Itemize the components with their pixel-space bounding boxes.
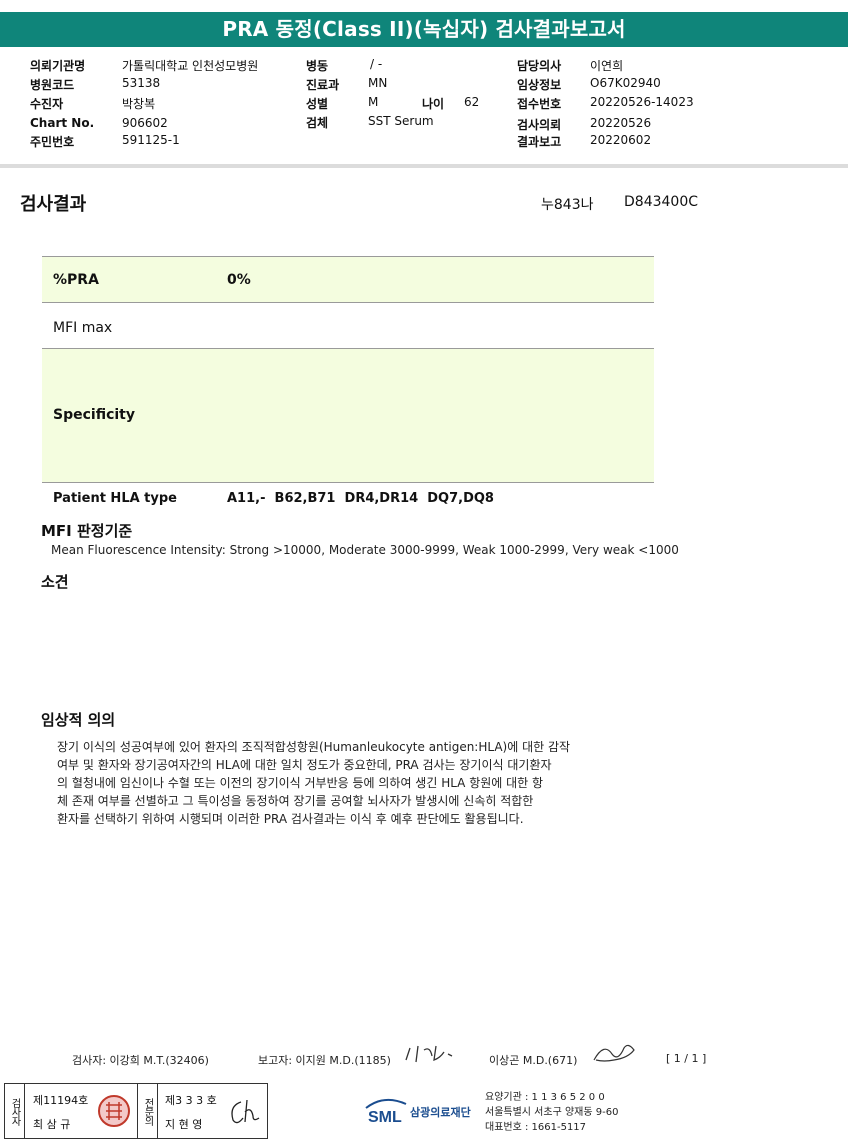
result-section-title: 검사결과	[20, 194, 87, 215]
hla-type-value: A11,- B62,B71 DR4,DR14 DQ7,DQ8	[227, 491, 494, 506]
stamp-label-text: 검사자	[9, 1097, 20, 1125]
clinical-line: 장기 이식의 성공여부에 있어 환자의 조직적합성항원(Humanleukocy…	[57, 740, 571, 754]
clinical-line: 의 혈청내에 임신이나 수혈 또는 이전의 장기이식 거부반응 등에 의하여 생…	[57, 776, 544, 790]
field-value: 20220602	[590, 133, 652, 147]
field-label: 검사의뢰	[517, 118, 562, 132]
logo-text: SML	[368, 1109, 402, 1126]
field-label: 검체	[306, 116, 329, 130]
hla-type-row: Patient HLA type A11,- B62,B71 DR4,DR14 …	[42, 482, 654, 510]
field-label: 결과보고	[517, 135, 562, 149]
field-label: 수진자	[30, 97, 64, 111]
field-value: 906602	[122, 116, 168, 130]
field-value: 박창복	[122, 97, 156, 111]
mfi-max-row: MFI max	[42, 302, 654, 348]
reporter-handwritten-signature	[405, 1045, 453, 1063]
field-value: 가톨릭대학교 인천성모병원	[122, 59, 259, 73]
specialist-stamp-label: 전문의	[138, 1084, 158, 1138]
header-field: Chart No.	[30, 116, 94, 130]
field-label: 병동	[306, 59, 329, 73]
field-label: 주민번호	[30, 135, 75, 149]
agency-info: 요양기관 : 1 1 3 6 5 2 0 0 서울특별시 서초구 양재동 9-6…	[485, 1090, 618, 1135]
clinical-line: 여부 및 환자와 장기공여자간의 HLA에 대한 일치 정도가 중요한데, PR…	[57, 758, 552, 772]
reporter-signature: 보고자: 이지원 M.D.(1185)	[258, 1054, 391, 1067]
agency-address: 서울특별시 서초구 양재동 9-60	[485, 1107, 619, 1118]
header-field: 병원코드	[30, 76, 74, 93]
pra-label: %PRA	[53, 272, 99, 288]
specificity-row: Specificity	[42, 348, 654, 482]
field-value: O67K02940	[590, 76, 661, 90]
field-value: SST Serum	[368, 114, 434, 128]
field-label: 의뢰기관명	[30, 59, 86, 73]
specialist-handwritten-signature	[231, 1099, 260, 1124]
result-table: %PRA 0% MFI max Specificity Patient HLA …	[42, 256, 654, 510]
field-label: 접수번호	[517, 97, 562, 111]
header-divider	[0, 164, 848, 168]
field-label: 병원코드	[30, 78, 75, 92]
field-label: Chart No.	[30, 116, 95, 130]
hla-type-label: Patient HLA type	[53, 491, 177, 506]
mfi-criteria-title: MFI 판정기준	[41, 522, 133, 540]
header-field: 수진자	[30, 95, 63, 112]
clinical-text: 장기 이식의 성공여부에 있어 환자의 조직적합성항원(Humanleukocy…	[57, 738, 647, 828]
tester-signature: 검사자: 이강희 M.T.(32406)	[72, 1054, 209, 1067]
page-number: [ 1 / 1 ]	[666, 1052, 707, 1065]
field-label: 나이	[422, 97, 445, 111]
tester-license-number: 제11194호	[33, 1094, 89, 1107]
header-field: 주민번호	[30, 133, 74, 150]
result-code-2: D843400C	[624, 194, 698, 210]
specialist-license-number: 제3 3 3 호	[165, 1094, 217, 1107]
mfi-criteria-text: Mean Fluorescence Intensity: Strong >100…	[51, 543, 679, 557]
clinical-line: 체 존재 여부를 선별하고 그 특이성을 동정하여 장기를 공여할 뇌사자가 발…	[57, 794, 534, 808]
field-value: MN	[368, 76, 388, 90]
seal-icon	[98, 1095, 130, 1127]
report-title: PRA 동정(Class II)(녹십자) 검사결과보고서	[0, 12, 848, 47]
pra-value: 0%	[227, 272, 251, 288]
field-label: 진료과	[306, 78, 340, 92]
field-value: 62	[464, 95, 480, 109]
tester-stamp-label: 검사자	[5, 1084, 25, 1138]
license-stamp-box: 검사자 제11194호 최 삼 규 전문의 제3 3 3 호 지 현 영	[4, 1083, 268, 1139]
field-label: 담당의사	[517, 59, 562, 73]
agency-phone: 대표번호 : 1661-5117	[485, 1122, 587, 1133]
field-label: 임상정보	[517, 78, 562, 92]
specificity-label: Specificity	[53, 407, 135, 423]
field-value: 591125-1	[122, 133, 180, 147]
clinical-line: 환자를 선택하기 위하여 시행되며 이러한 PRA 검사결과는 이식 후 예후 …	[57, 812, 524, 826]
field-value: 20220526-14023	[590, 95, 694, 109]
sml-logo-icon: SML	[365, 1098, 407, 1126]
clinical-title: 임상적 의의	[41, 711, 116, 729]
reporter2-handwritten-signature	[593, 1044, 635, 1062]
findings-title: 소견	[41, 573, 69, 591]
field-value: M	[368, 95, 379, 109]
field-value: 이연희	[590, 59, 624, 73]
agency-code: 요양기관 : 1 1 3 6 5 2 0 0	[485, 1092, 605, 1103]
stamp-label-text: 전문의	[142, 1097, 153, 1125]
field-value: / -	[370, 57, 383, 71]
pra-row: %PRA 0%	[42, 256, 654, 302]
tester-name: 최 삼 규	[33, 1118, 71, 1131]
mfi-max-label: MFI max	[53, 320, 113, 336]
field-label: 성별	[306, 97, 329, 111]
field-value: 53138	[122, 76, 161, 90]
specialist-name: 지 현 영	[165, 1118, 203, 1131]
reporter2-signature: 이상곤 M.D.(671)	[489, 1054, 578, 1067]
result-code-1: 누843나	[541, 197, 594, 213]
header-field: 의뢰기관명	[30, 57, 85, 74]
field-value: 20220526	[590, 116, 652, 130]
org-name: 삼광의료재단	[410, 1106, 471, 1119]
